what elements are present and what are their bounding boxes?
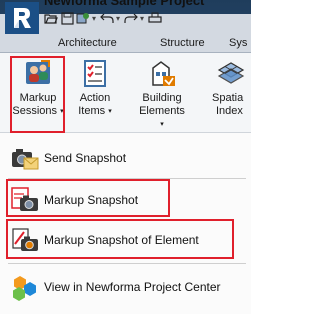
building-elements-icon [152, 61, 175, 86]
quick-access-toolbar: ▾ ▾ ▾ [44, 7, 162, 29]
sync-dropdown-icon[interactable]: ▾ [92, 14, 96, 23]
view-in-newforma-label: View in Newforma Project Center [44, 280, 221, 294]
redo-icon[interactable] [124, 11, 138, 25]
send-snapshot-label: Send Snapshot [44, 151, 127, 165]
redo-dropdown-icon[interactable]: ▾ [140, 14, 144, 23]
action-items-caret: ▾ [108, 108, 112, 115]
save-icon[interactable] [60, 11, 74, 25]
action-items-label-line2: Items [78, 105, 106, 117]
markup-snapshot-of-element-highlight [6, 219, 234, 259]
building-elements-label-line2: Elements [139, 105, 185, 117]
spatial-index-button[interactable]: Spatia Index [206, 55, 251, 131]
action-items-icon [84, 60, 106, 87]
sync-icon[interactable] [76, 11, 90, 25]
menu-item-view-in-newforma[interactable]: View in Newforma Project Center [10, 270, 221, 304]
building-elements-caret: ▾ [160, 121, 164, 128]
spatial-index-label-line1: Spatia [212, 92, 244, 104]
menu-item-send-snapshot[interactable]: Send Snapshot [10, 141, 126, 175]
spatial-index-icon [217, 62, 245, 84]
send-snapshot-icon [12, 149, 39, 170]
revit-logo-icon [14, 8, 31, 28]
markup-snapshot-highlight [6, 179, 170, 217]
undo-icon[interactable] [100, 11, 114, 25]
ribbon-tabs: Architecture Structure Sys [0, 34, 251, 53]
spatial-index-label-line2: Index [216, 105, 243, 117]
action-items-label-line1: Action [79, 92, 111, 104]
print-icon[interactable] [148, 11, 162, 25]
title-bar: Newforma Sample Project ▾ ▾ ▾ [0, 0, 251, 34]
menu-divider [8, 263, 246, 264]
undo-dropdown-icon[interactable]: ▾ [116, 14, 120, 23]
application-menu-button[interactable] [5, 2, 39, 34]
tab-structure[interactable]: Structure [160, 37, 205, 49]
building-elements-label-line1: Building [142, 92, 182, 104]
building-elements-button[interactable]: Building Elements ▾ [136, 55, 188, 131]
tab-architecture[interactable]: Architecture [58, 37, 117, 49]
newforma-logo-icon [13, 276, 36, 301]
action-items-button[interactable]: Action Items ▾ [69, 55, 121, 131]
markup-sessions-highlight [10, 56, 65, 133]
tab-systems[interactable]: Sys [229, 37, 247, 49]
open-folder-icon[interactable] [44, 11, 58, 25]
